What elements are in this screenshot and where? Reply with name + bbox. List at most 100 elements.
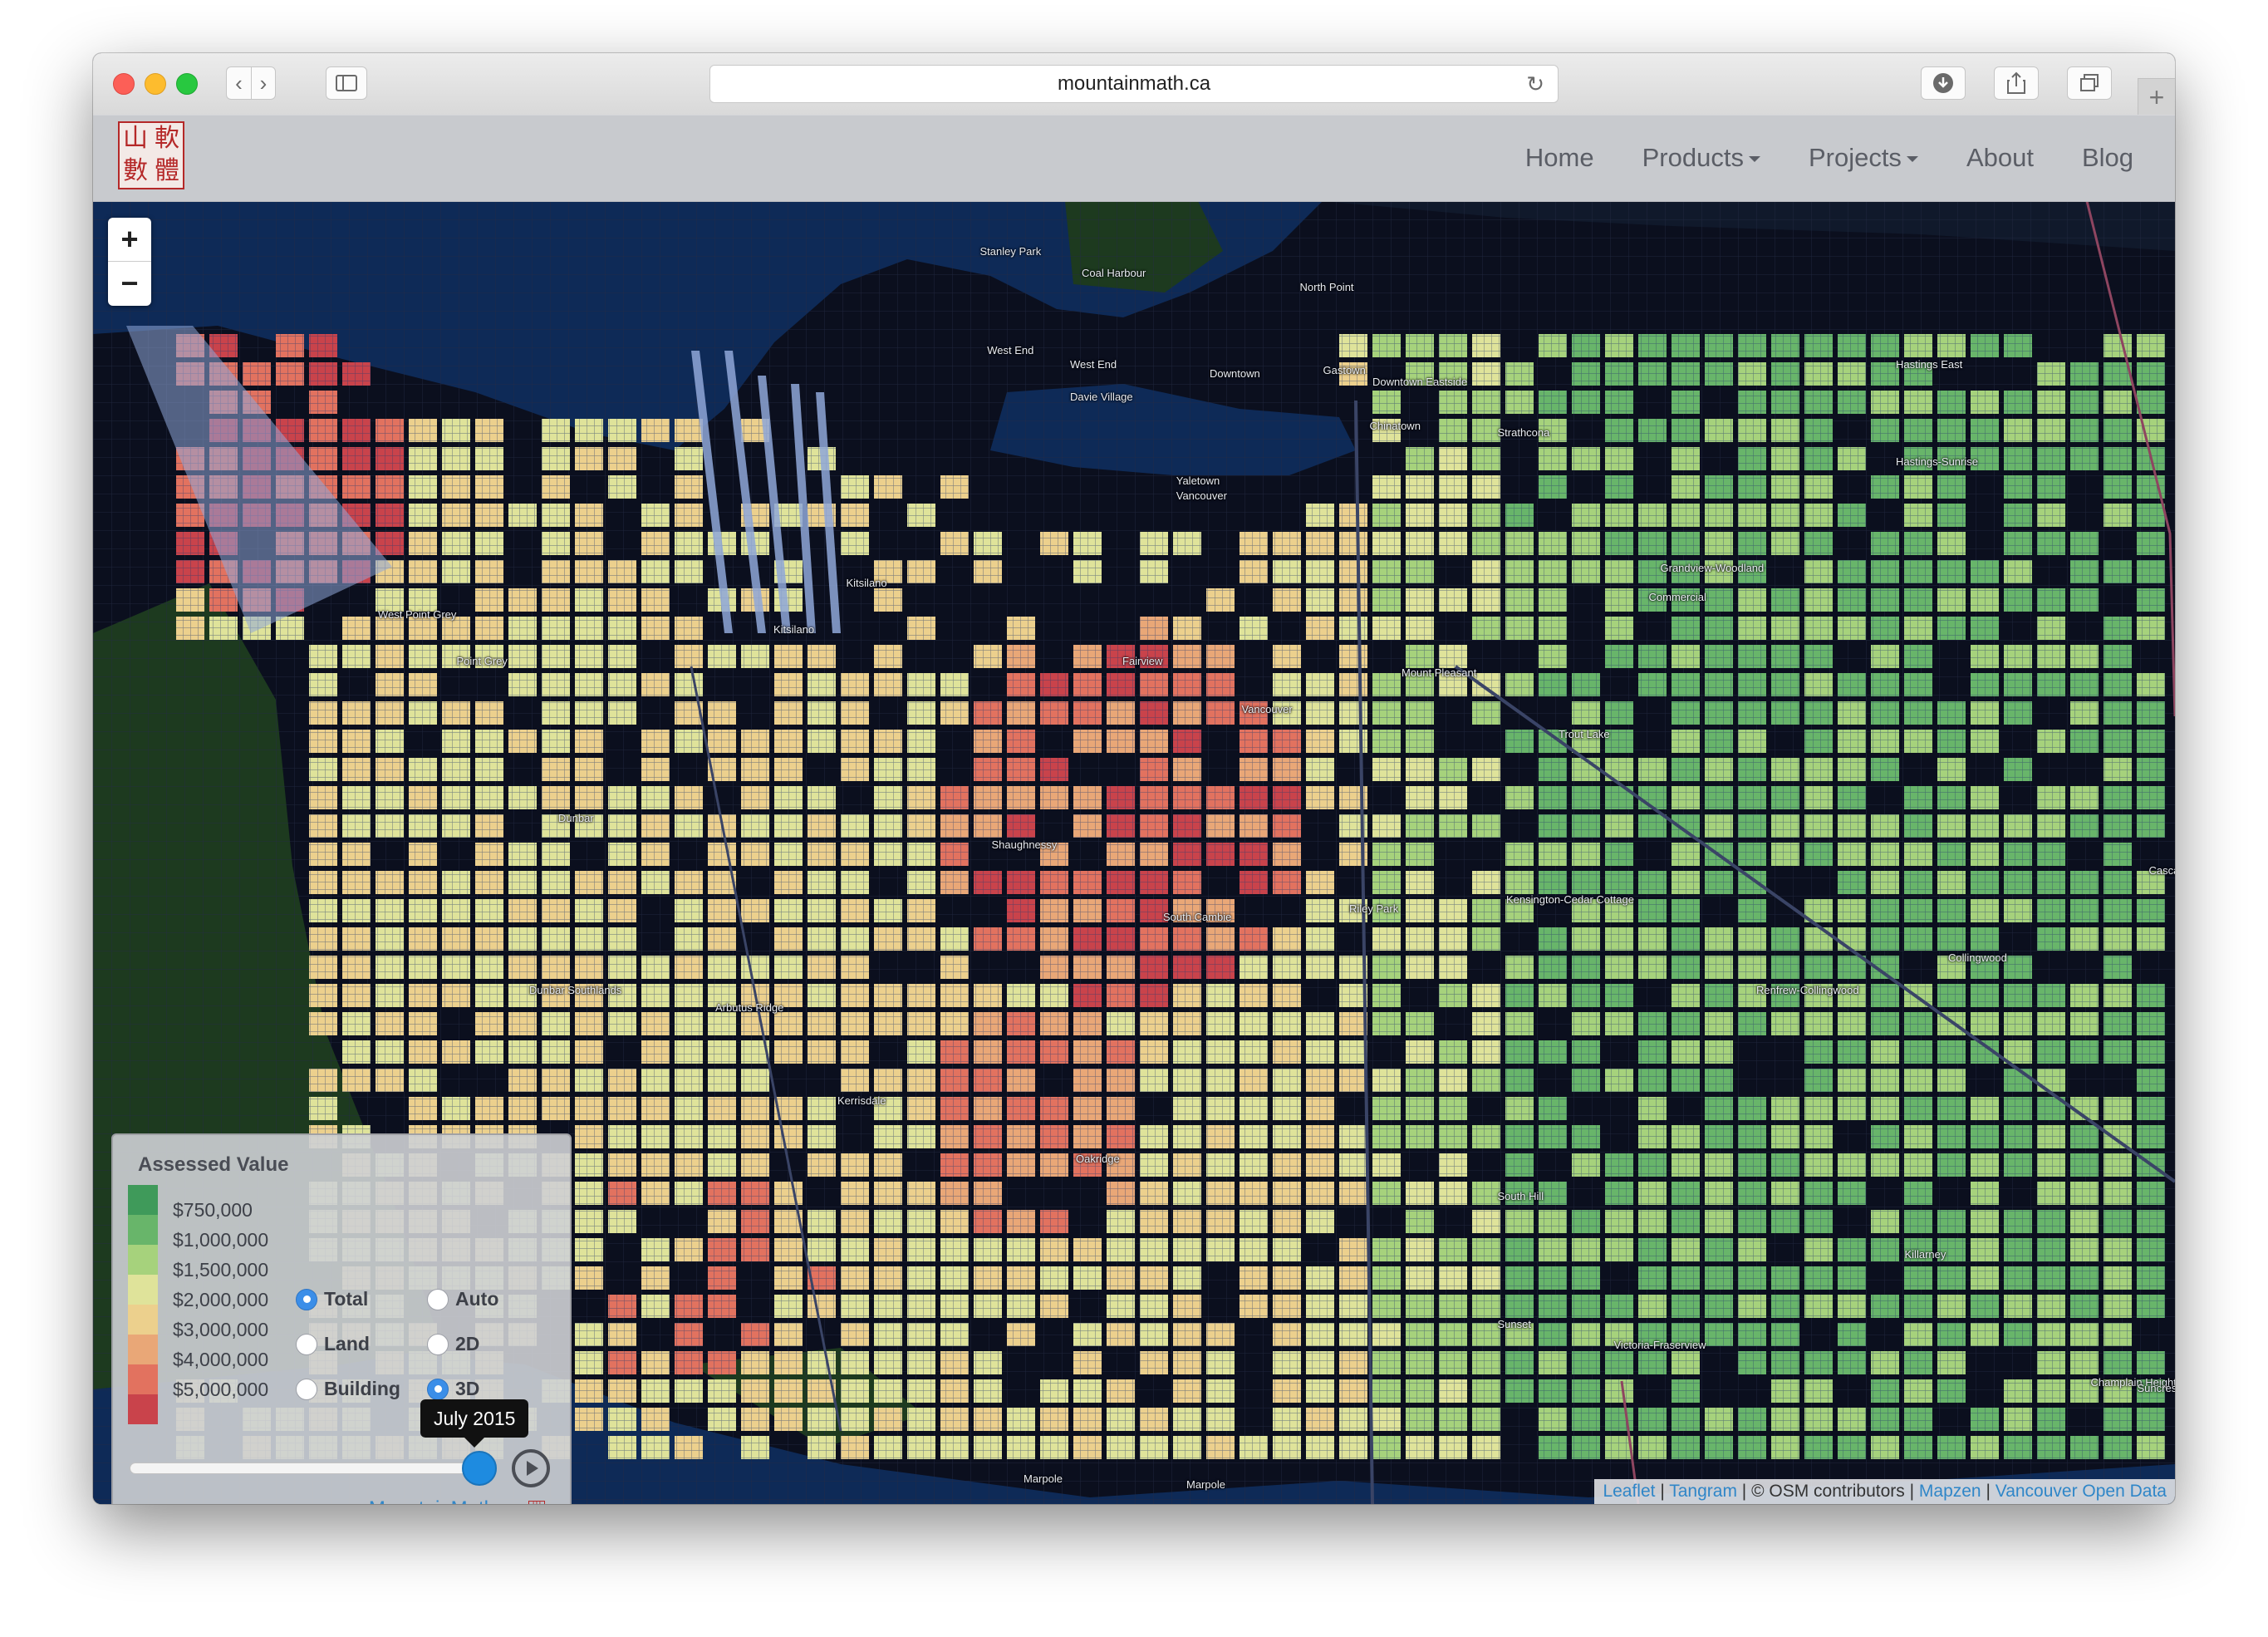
tangram-link[interactable]: Tangram [1669,1482,1737,1501]
parcel-texture [1040,1238,1068,1261]
parcel-texture [1140,730,1168,753]
parcel-texture [1771,786,1799,809]
parcel-texture [1505,1012,1534,1035]
parcel-texture [1605,956,1633,979]
parcel-texture [1572,673,1600,696]
parcel-texture [1140,843,1168,866]
parcel-texture [1439,419,1467,442]
back-button[interactable]: ‹ [226,66,251,100]
time-slider-track[interactable] [130,1462,488,1474]
nav-projects[interactable]: Projects [1809,143,1918,173]
parcel-texture [1240,617,1268,640]
parcel-texture [774,984,803,1007]
nav-home[interactable]: Home [1525,143,1594,173]
parcel-texture [641,1408,670,1431]
forward-button[interactable]: › [251,66,276,100]
parcel-texture [2137,927,2165,951]
parcel-texture [209,588,238,612]
parcel-texture [1406,1408,1434,1431]
parcel-texture [1240,1182,1268,1205]
parcel-texture [874,1182,902,1205]
parcel-texture [2037,1012,2065,1035]
nav-about[interactable]: About [1966,143,2034,173]
parcel-texture [1240,956,1268,979]
radio-button[interactable] [296,1333,317,1355]
play-icon[interactable] [512,1449,550,1487]
radio-button[interactable] [427,1378,449,1400]
share-button[interactable] [1994,66,2039,100]
parcel-texture [1738,560,1766,583]
radio-3d[interactable]: 3D [427,1378,479,1400]
parcel-texture [907,1379,935,1403]
parcel-texture [1472,1069,1500,1092]
parcel-texture [1306,1040,1334,1064]
radio-button[interactable] [296,1378,317,1400]
parcel-texture [1140,984,1168,1007]
parcel-texture [1672,956,1700,979]
parcel-texture [940,1295,969,1318]
parcel-texture [1439,1323,1467,1346]
parcel-texture [1539,984,1567,1007]
parcel-texture [974,927,1002,951]
downloads-button[interactable] [1921,66,1966,100]
minimize-window-button[interactable] [145,73,166,95]
parcel-texture [808,786,836,809]
parcel-texture [675,1012,703,1035]
parcel-texture [575,1351,603,1374]
parcel-texture [1539,475,1567,499]
parcel-texture [1672,334,1700,357]
zoom-out-button[interactable]: − [108,262,151,305]
radio-button[interactable] [427,1333,449,1355]
parcel-texture [475,786,503,809]
parcel-texture [1240,927,1268,951]
parcel-texture [1472,475,1500,499]
parcel-texture [2037,786,2065,809]
parcel-texture [2104,504,2132,527]
radio-button[interactable] [427,1288,449,1310]
parcel-texture [2137,1436,2165,1459]
parcel-texture [2037,532,2065,555]
parcel-texture [874,1012,902,1035]
radio-2d[interactable]: 2D [427,1333,479,1355]
parcel-texture [1904,1097,1932,1120]
zoom-window-button[interactable] [176,73,198,95]
nav-blog[interactable]: Blog [2082,143,2133,173]
radio-building[interactable]: Building [296,1378,400,1400]
parcel-texture [1472,1210,1500,1233]
parcel-texture [808,673,836,696]
nav-products[interactable]: Products [1642,143,1760,173]
leaflet-link[interactable]: Leaflet [1603,1482,1655,1501]
radio-total[interactable]: Total [296,1288,368,1310]
credit-link[interactable]: MountainMath.ca 山軟數體 [369,1497,545,1504]
parcel-texture [1638,1097,1667,1120]
map-canvas[interactable]: Stanley Park Coal Harbour North Point West … [93,201,2175,1504]
radio-auto[interactable]: Auto [427,1288,498,1310]
parcel-texture [1372,504,1401,527]
radio-button[interactable] [296,1288,317,1310]
radio-land[interactable]: Land [296,1333,370,1355]
parcel-texture [741,1323,769,1346]
zoom-in-button[interactable]: + [108,218,151,262]
site-logo[interactable]: 山 軟 數 體 [118,121,184,189]
parcel-texture [1007,899,1035,922]
parcel-texture [641,1012,670,1035]
mapzen-link[interactable]: Mapzen [1919,1482,1981,1501]
parcel-texture [1937,871,1966,894]
parcel-texture [974,1351,1002,1374]
parcel-texture [1273,645,1301,668]
parcel-texture [1007,786,1035,809]
address-bar[interactable]: mountainmath.ca ↻ [709,65,1559,103]
time-slider-handle[interactable] [462,1451,497,1486]
parcel-texture [974,1436,1002,1459]
close-window-button[interactable] [113,73,135,95]
parcel-texture [1140,1351,1168,1374]
sidebar-toggle-button[interactable] [326,66,367,100]
vancouver-open-data-link[interactable]: Vancouver Open Data [1996,1482,2167,1501]
parcel-texture [1605,532,1633,555]
tabs-overview-button[interactable] [2067,66,2112,100]
reload-icon[interactable]: ↻ [1526,71,1544,97]
parcel-texture [1173,1379,1201,1403]
new-tab-button[interactable]: + [2138,78,2175,116]
legend-swatch [128,1335,158,1364]
parcel-texture [708,1125,736,1148]
